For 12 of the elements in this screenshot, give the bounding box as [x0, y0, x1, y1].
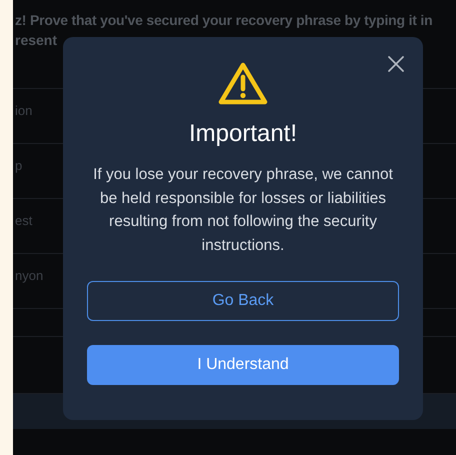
row-label: nyon	[15, 268, 44, 283]
close-icon[interactable]	[387, 55, 405, 73]
row-label: p	[15, 158, 22, 173]
understand-button[interactable]: I Understand	[87, 345, 399, 385]
heading-text: resent	[15, 31, 58, 50]
dialog-title: Important!	[188, 119, 298, 149]
row-label: ion	[15, 103, 32, 118]
heading-text: z! Prove that you've secured your recovery phrase by typing it in	[15, 11, 432, 30]
back-button[interactable]: Go Back	[87, 281, 399, 321]
warning-icon	[217, 61, 269, 107]
dialog-message: If you lose your recovery phrase, we cannot be held responsible for losses or liabilities resulting from not following the security instructions.	[92, 165, 394, 256]
row-label: est	[15, 213, 32, 228]
